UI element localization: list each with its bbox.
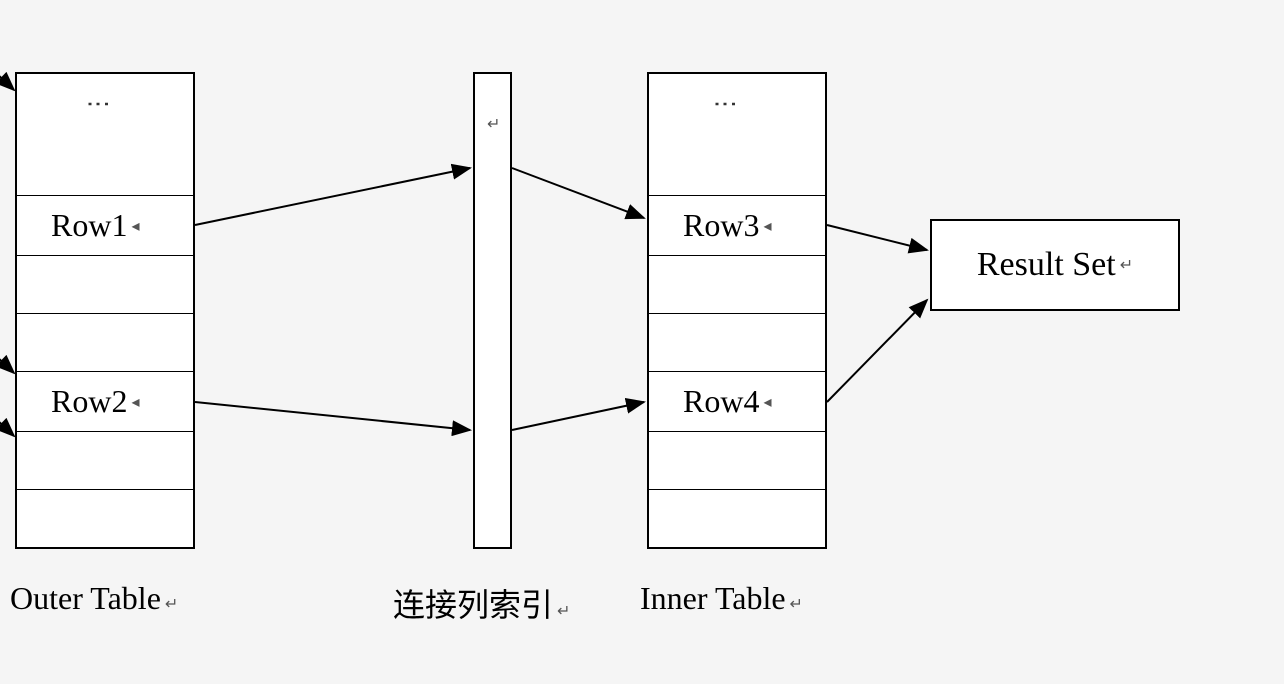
inner-table-empty (649, 314, 825, 372)
outer-table-empty (17, 490, 193, 548)
outer-table-row2: Row2 ◂ (17, 372, 193, 432)
inner-table: ⋮ Row3 ◂ Row4 ◂ (647, 72, 827, 549)
row-label: Row3 (683, 207, 759, 244)
marker-icon: ◂ (763, 216, 771, 236)
outer-table-header: ⋮ (17, 74, 193, 196)
row-label: Row4 (683, 383, 759, 420)
inner-table-empty (649, 256, 825, 314)
marker-icon: ◂ (131, 216, 139, 236)
inner-table-header: ⋮ (649, 74, 825, 196)
outer-table-label: Outer Table↵ (10, 580, 178, 617)
inner-table-empty (649, 432, 825, 490)
outer-table-empty (17, 314, 193, 372)
index-column-label: 连接列索引↵ (393, 580, 570, 626)
vertical-dots-icon: ⋮ (719, 92, 729, 118)
inner-table-row3: Row3 ◂ (649, 196, 825, 256)
marker-icon: ◂ (131, 392, 139, 412)
row-label: Row1 (51, 207, 127, 244)
outer-table: ⋮ Row1 ◂ Row2 ◂ (15, 72, 195, 549)
result-set: Result Set↵ (930, 219, 1180, 311)
outer-table-empty (17, 432, 193, 490)
inner-table-empty (649, 490, 825, 548)
inner-table-row4: Row4 ◂ (649, 372, 825, 432)
inner-table-label: Inner Table↵ (640, 580, 803, 617)
vertical-dots-icon: ⋮ (92, 92, 102, 118)
outer-table-empty (17, 256, 193, 314)
result-set-label: Result Set (977, 246, 1116, 284)
row-label: Row2 (51, 383, 127, 420)
marker-icon: ◂ (763, 392, 771, 412)
index-column: ↵ (473, 72, 512, 549)
outer-table-row1: Row1 ◂ (17, 196, 193, 256)
marker-icon: ↵ (487, 114, 500, 134)
